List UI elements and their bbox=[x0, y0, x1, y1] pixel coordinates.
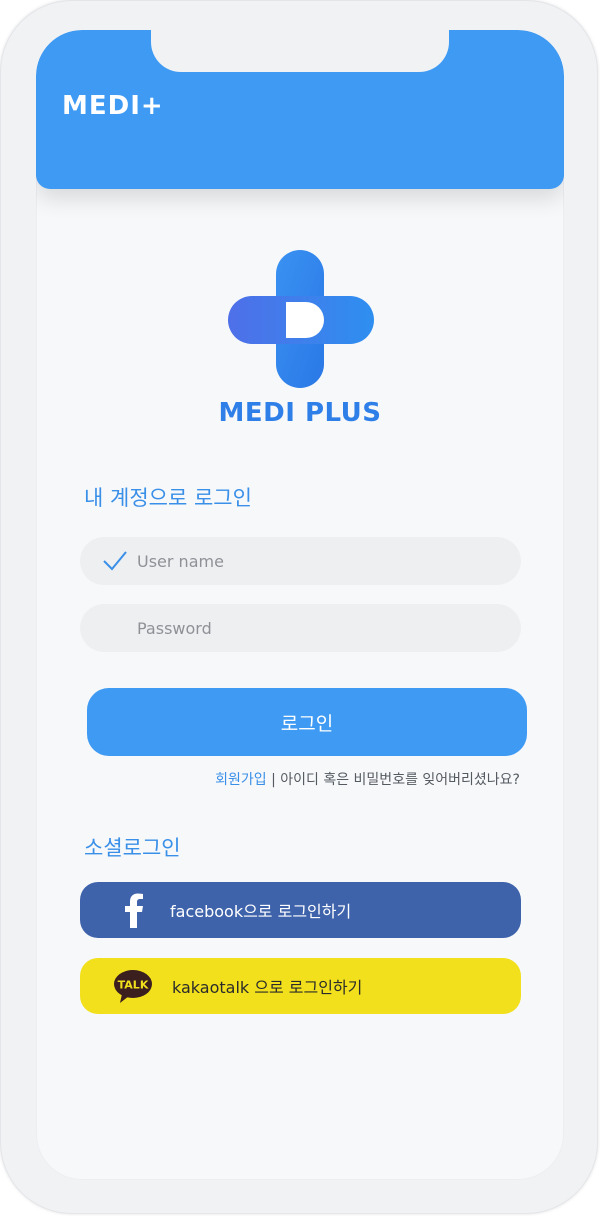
facebook-login-label: facebook으로 로그인하기 bbox=[170, 902, 352, 921]
facebook-login-button[interactable]: facebook으로 로그인하기 bbox=[80, 882, 521, 938]
app-screen: MEDI+ MEDI PLUS 내 계정으로 로그인 User name 로그인… bbox=[36, 30, 564, 1180]
login-section-title: 내 계정으로 로그인 bbox=[84, 486, 252, 510]
app-header: MEDI+ bbox=[36, 30, 564, 189]
check-icon bbox=[103, 551, 127, 571]
link-separator: | bbox=[266, 772, 281, 788]
username-field[interactable] bbox=[80, 536, 521, 586]
password-input[interactable] bbox=[135, 603, 499, 653]
kakao-login-button[interactable]: TALK kakaotalk 으로 로그인하기 bbox=[80, 958, 521, 1014]
password-field[interactable] bbox=[80, 603, 521, 653]
kakaotalk-icon-text: TALK bbox=[118, 979, 149, 992]
brand-title: MEDI+ bbox=[62, 91, 164, 121]
username-input[interactable] bbox=[135, 536, 499, 586]
social-section-title: 소셜로그인 bbox=[84, 836, 181, 860]
header-brand: MEDI+ bbox=[62, 88, 164, 124]
phone-frame: MEDI+ MEDI PLUS 내 계정으로 로그인 User name 로그인… bbox=[0, 0, 598, 1214]
account-links: 회원가입 | 아이디 혹은 비밀번호를 잊어버리셨나요? bbox=[36, 769, 520, 789]
kakaotalk-icon: TALK bbox=[114, 970, 152, 1003]
phone-notch bbox=[151, 30, 449, 72]
signup-link[interactable]: 회원가입 bbox=[215, 772, 267, 788]
forgot-password-link[interactable]: 아이디 혹은 비밀번호를 잊어버리셨나요? bbox=[280, 772, 520, 788]
logo-wordmark: MEDI PLUS bbox=[218, 398, 382, 428]
facebook-icon bbox=[116, 892, 152, 928]
login-button[interactable]: 로그인 bbox=[87, 688, 527, 756]
medi-plus-logo-icon bbox=[228, 250, 374, 388]
kakao-login-label: kakaotalk 으로 로그인하기 bbox=[172, 978, 363, 997]
